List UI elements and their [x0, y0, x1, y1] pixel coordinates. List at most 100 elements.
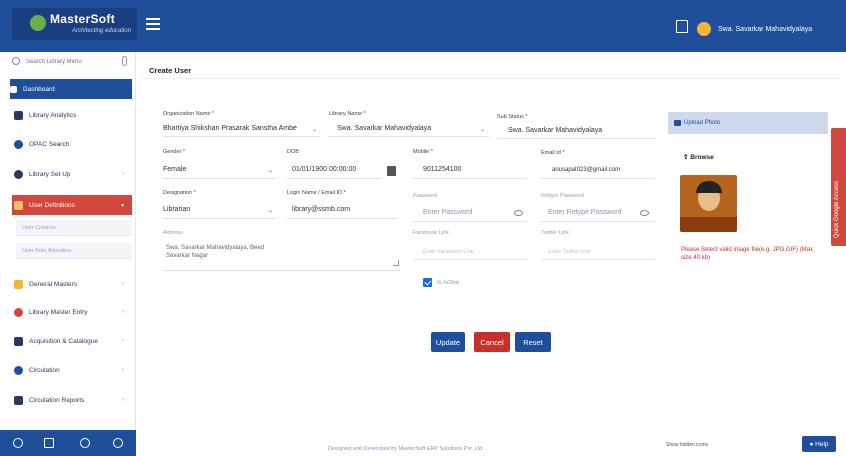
help-button[interactable]: ● Help — [802, 436, 836, 452]
twitter-input[interactable]: Enter Twitter Link — [548, 249, 590, 255]
dob-label: DOB — [287, 149, 299, 155]
divider — [163, 178, 276, 179]
facebook-input[interactable]: Enter Facebook Link — [423, 249, 473, 255]
retype-password-input[interactable]: Enter Retype Password — [548, 209, 622, 216]
password-label: Password — [413, 193, 438, 199]
sidebar-item-user-definitions[interactable]: User Definitions ▾ — [12, 195, 132, 215]
menu-toggle-icon[interactable] — [146, 18, 160, 30]
document-icon[interactable] — [676, 20, 688, 33]
home-icon — [10, 85, 17, 93]
sidebar-item-library-analytics[interactable]: Library Analytics — [14, 105, 132, 125]
eye-icon[interactable] — [80, 438, 90, 448]
designation-label: Designation * — [163, 190, 196, 196]
chevron-right-icon: › — [122, 367, 124, 373]
library-label: Library Name * — [329, 111, 366, 117]
divider — [413, 221, 527, 222]
user-photo — [680, 175, 737, 232]
globe-icon — [14, 139, 23, 149]
gender-select[interactable]: Female — [163, 166, 186, 173]
chevron-right-icon: › — [122, 171, 124, 177]
user-name[interactable]: Swa. Savarkar Mahavidyalaya — [718, 26, 812, 33]
mobile-input[interactable]: 9011254100 — [423, 166, 461, 173]
photo-validation-note: Please Select valid image file(e.g. JPG,… — [681, 247, 814, 261]
sidebar: Dashboard Library Analytics OPAC Search … — [0, 52, 136, 432]
mobile-label: Mobile * — [413, 149, 433, 155]
is-active-checkbox[interactable] — [423, 278, 432, 287]
upload-photo-header: Upload Photo — [668, 112, 828, 134]
browse-button[interactable]: ⇪ Browse — [683, 153, 714, 161]
sidebar-item-label: Library Analytics — [29, 111, 77, 119]
address-textarea[interactable]: Swa. Savarkar Mahavidyalaya, Beed Savark… — [166, 244, 284, 260]
gear-icon — [14, 169, 23, 179]
photo-hair — [696, 181, 722, 193]
update-button[interactable]: Update — [431, 332, 465, 352]
microphone-icon[interactable] — [122, 56, 127, 66]
sidebar-item-dashboard[interactable]: Dashboard — [10, 79, 132, 99]
brand-logo[interactable]: MasterSoft Architecting education — [12, 8, 137, 40]
settings-icon[interactable] — [13, 438, 23, 448]
sidebar-item-label: Circulation Reports — [29, 396, 85, 404]
email-input[interactable]: anusapat023@gmail.com — [552, 167, 620, 173]
gender-label: Gender * — [163, 149, 186, 155]
org-select[interactable]: Bhartiya Shikshan Prasarak Sanstha Ambe — [163, 125, 297, 132]
login-label: Login Name / Email ID * — [287, 190, 346, 196]
sidebar-subitem-user-role-allocation[interactable]: User Role Allocation — [16, 243, 132, 259]
cancel-button[interactable]: Cancel — [474, 332, 510, 352]
sidebar-item-general-masters[interactable]: General Masters › — [14, 274, 132, 294]
sidebar-item-opac-search[interactable]: OPAC Search — [14, 134, 132, 154]
user-avatar[interactable] — [697, 22, 711, 36]
eye-icon[interactable] — [514, 210, 523, 216]
org-label: Organization Name * — [163, 111, 215, 117]
divider — [163, 136, 319, 137]
sub-status-select[interactable]: Swa. Savarkar Mahavidyalaya — [508, 127, 602, 134]
brand-tagline: Architecting education — [72, 28, 132, 34]
library-select[interactable]: Swa. Savarkar Mahavidyalaya — [337, 125, 431, 132]
sidebar-search-input[interactable] — [26, 55, 116, 69]
sidebar-item-acquisition-catalogue[interactable]: Acquisition & Catalogue › — [14, 331, 132, 351]
password-input[interactable]: Enter Password — [423, 209, 472, 216]
logo-mark-icon — [30, 15, 46, 31]
divider — [541, 178, 655, 179]
chevron-down-icon[interactable]: ⌄ — [312, 126, 317, 133]
resize-handle-icon[interactable] — [393, 260, 399, 266]
photo-caption-band — [680, 217, 737, 232]
eye-icon[interactable] — [640, 210, 649, 216]
chevron-down-icon: ▾ — [120, 202, 124, 209]
brand-name: MasterSoft — [50, 12, 116, 26]
power-icon[interactable] — [113, 438, 123, 448]
sidebar-item-circulation-reports[interactable]: Circulation Reports › — [14, 390, 132, 410]
divider — [413, 259, 527, 260]
sidebar-item-label: Acquisition & Catalogue — [29, 337, 99, 345]
refresh-icon — [14, 365, 23, 375]
chevron-down-icon[interactable]: ⌄ — [268, 207, 273, 214]
retype-password-label: Retype Password — [541, 193, 585, 199]
tools-icon — [14, 279, 23, 289]
is-active-label: Is Active — [437, 280, 460, 286]
sidebar-subitem-user-creation[interactable]: User Creation — [16, 220, 132, 236]
email-label: Email Id * — [541, 150, 565, 156]
divider — [329, 136, 489, 137]
address-label: Address — [163, 230, 184, 236]
reset-button[interactable]: Reset — [515, 332, 551, 352]
upload-photo-title: Upload Photo — [684, 120, 721, 126]
sidebar-item-circulation[interactable]: Circulation › — [14, 360, 132, 380]
show-hidden-icons[interactable]: Show hidden icons — [666, 442, 708, 448]
chevron-down-icon[interactable]: ⌄ — [480, 126, 485, 133]
divider — [287, 178, 381, 179]
divider — [163, 270, 401, 271]
chevron-right-icon: › — [122, 281, 124, 287]
sidebar-item-library-master-entry[interactable]: Library Master Entry › — [14, 302, 132, 322]
fullscreen-icon[interactable] — [44, 438, 54, 448]
quick-access-tab[interactable]: Quick Google Access — [831, 128, 846, 246]
login-input[interactable]: library@ssmb.com — [292, 206, 350, 213]
page-title: Create User — [149, 66, 192, 75]
chevron-down-icon[interactable]: ⌄ — [268, 167, 273, 174]
calendar-icon[interactable] — [387, 166, 396, 176]
designation-select[interactable]: Librarian — [163, 206, 190, 213]
footer-credit: Designed and Developed by MasterSoft ERP… — [328, 446, 484, 452]
chevron-right-icon: › — [122, 309, 124, 315]
sidebar-item-library-setup[interactable]: Library Set Up › — [14, 164, 132, 184]
report-icon — [14, 395, 23, 405]
help-label: Help — [815, 440, 829, 448]
dob-input[interactable]: 01/01/1900 00:00:00 — [292, 166, 356, 173]
